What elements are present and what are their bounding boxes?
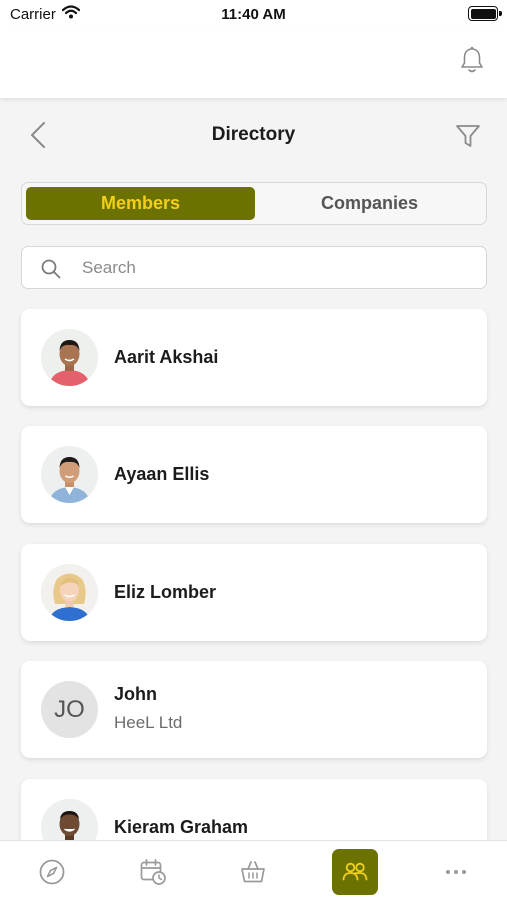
member-name: Aarit Akshai <box>114 347 219 367</box>
avatar-initials: JO <box>41 681 98 738</box>
member-card[interactable]: Ayaan Ellis <box>21 426 487 523</box>
avatar <box>41 446 98 503</box>
top-bar <box>0 30 507 98</box>
tab-explore[interactable] <box>29 849 75 895</box>
avatar <box>41 329 98 386</box>
battery-cap <box>499 11 502 16</box>
member-card[interactable]: JO John HeeL Ltd <box>21 661 487 758</box>
search-box <box>21 246 487 289</box>
status-bar: Carrier 11:40 AM <box>0 0 507 30</box>
compass-icon <box>39 859 65 885</box>
page-title: Directory <box>211 124 296 145</box>
member-name: Kieram Graham <box>114 817 249 837</box>
clock-label: 11:40 AM <box>221 6 286 23</box>
tab-shop[interactable] <box>230 849 276 895</box>
tab-bookings[interactable] <box>130 849 176 895</box>
search-icon <box>40 258 62 285</box>
member-name: John <box>114 684 157 704</box>
filter-icon[interactable] <box>454 122 482 155</box>
calendar-clock-icon <box>140 859 166 885</box>
basket-icon <box>241 861 265 883</box>
bell-icon[interactable] <box>459 46 485 81</box>
initials-label: JO <box>41 681 98 738</box>
directory-tabs: Members Companies <box>21 182 487 225</box>
member-company: HeeL Ltd <box>114 713 183 732</box>
people-icon <box>342 862 368 881</box>
tab-members[interactable]: Members <box>26 187 255 220</box>
avatar <box>41 564 98 621</box>
battery-icon <box>468 6 498 21</box>
more-icon <box>446 870 466 874</box>
member-card[interactable]: Aarit Akshai <box>21 309 487 406</box>
member-name: Ayaan Ellis <box>114 464 210 484</box>
tab-directory[interactable] <box>332 849 378 895</box>
member-name: Eliz Lomber <box>114 582 217 602</box>
nav-bar: Directory <box>0 110 507 160</box>
search-input[interactable] <box>82 253 462 283</box>
tab-more[interactable] <box>433 849 479 895</box>
bottom-tab-bar <box>0 840 507 900</box>
member-card[interactable]: Eliz Lomber <box>21 544 487 641</box>
tab-companies[interactable]: Companies <box>255 187 484 220</box>
